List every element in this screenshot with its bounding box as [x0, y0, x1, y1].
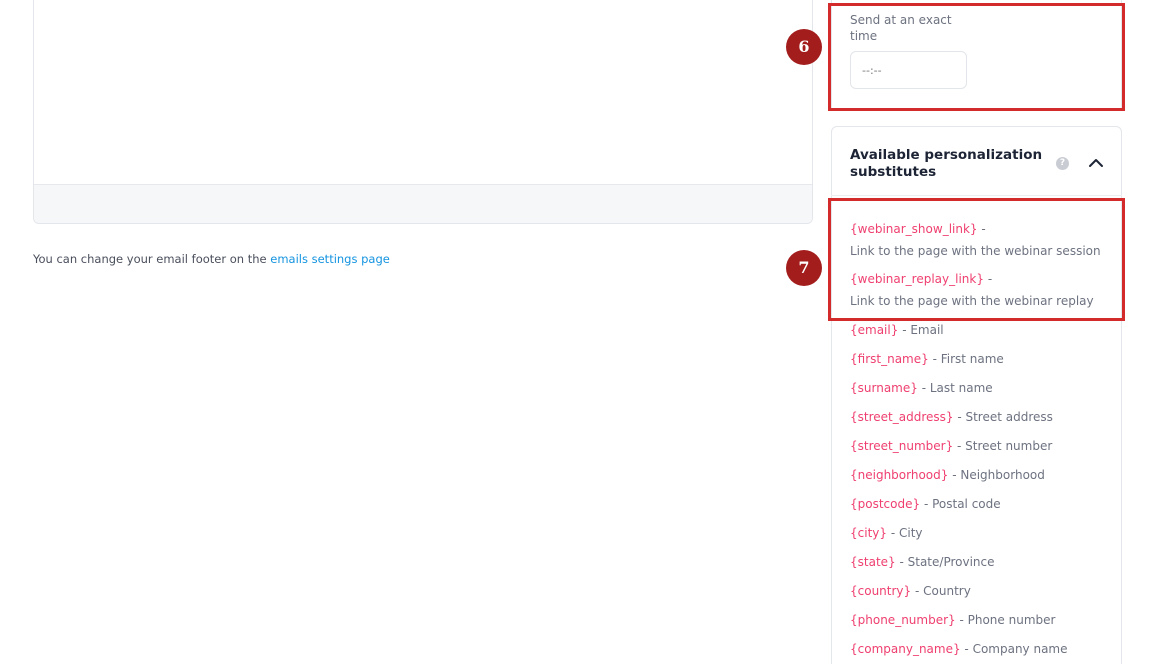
substitute-item: {postcode} - Postal code — [850, 497, 1001, 511]
annotation-badge-6: 6 — [786, 29, 822, 65]
substitute-item: {first_name} - First name — [850, 352, 1004, 366]
substitute-item: {city} - City — [850, 526, 923, 540]
substitute-description: - First name — [928, 352, 1004, 366]
substitute-code[interactable]: {street_number} — [850, 439, 953, 453]
substitute-code[interactable]: {first_name} — [850, 352, 929, 366]
chevron-up-icon[interactable] — [1085, 153, 1107, 173]
substitute-item: {email} - Email — [850, 323, 944, 337]
substitute-item: {state} - State/Province — [850, 555, 995, 569]
substitute-description: - State/Province — [895, 555, 995, 569]
substitute-description: - Street number — [953, 439, 1053, 453]
substitute-description: - Street address — [953, 410, 1053, 424]
substitute-description: - Country — [911, 584, 971, 598]
annotation-badge-7: 7 — [786, 250, 822, 286]
substitute-item: {street_address} - Street address — [850, 410, 1053, 424]
substitute-code[interactable]: {surname} — [850, 381, 918, 395]
substitute-code[interactable]: {neighborhood} — [850, 468, 948, 482]
email-editor[interactable] — [33, 0, 813, 224]
help-icon[interactable]: ? — [1056, 157, 1069, 170]
substitute-item: {phone_number} - Phone number — [850, 613, 1055, 627]
substitute-description: - Neighborhood — [948, 468, 1045, 482]
substitute-item: {street_number} - Street number — [850, 439, 1052, 453]
substitute-code[interactable]: {email} — [850, 323, 898, 337]
substitute-description: - Postal code — [920, 497, 1001, 511]
substitute-description: - Email — [898, 323, 944, 337]
substitute-description: - Company name — [960, 642, 1068, 656]
substitute-code[interactable]: {postcode} — [850, 497, 920, 511]
footer-note-text: You can change your email footer on the — [33, 252, 271, 266]
card-divider — [831, 195, 1122, 196]
substitute-code[interactable]: {country} — [850, 584, 911, 598]
substitute-item: {surname} - Last name — [850, 381, 993, 395]
substitute-item: {company_name} - Company name — [850, 642, 1068, 656]
substitute-item: {country} - Country — [850, 584, 971, 598]
editor-toolbar-footer — [34, 184, 812, 223]
personalization-title: Available personalization substitutes — [850, 147, 1043, 180]
substitute-code[interactable]: {street_address} — [850, 410, 954, 424]
substitute-description: - Phone number — [955, 613, 1056, 627]
substitute-code[interactable]: {phone_number} — [850, 613, 956, 627]
footer-note: You can change your email footer on the … — [33, 252, 390, 266]
substitute-description: - Last name — [917, 381, 993, 395]
substitute-code[interactable]: {company_name} — [850, 642, 961, 656]
substitute-item: {neighborhood} - Neighborhood — [850, 468, 1045, 482]
emails-settings-link[interactable]: emails settings page — [270, 252, 390, 266]
substitute-description: - City — [887, 526, 923, 540]
substitute-code[interactable]: {state} — [850, 555, 896, 569]
highlight-box-6 — [828, 3, 1125, 111]
highlight-box-7 — [828, 198, 1125, 321]
substitute-code[interactable]: {city} — [850, 526, 887, 540]
